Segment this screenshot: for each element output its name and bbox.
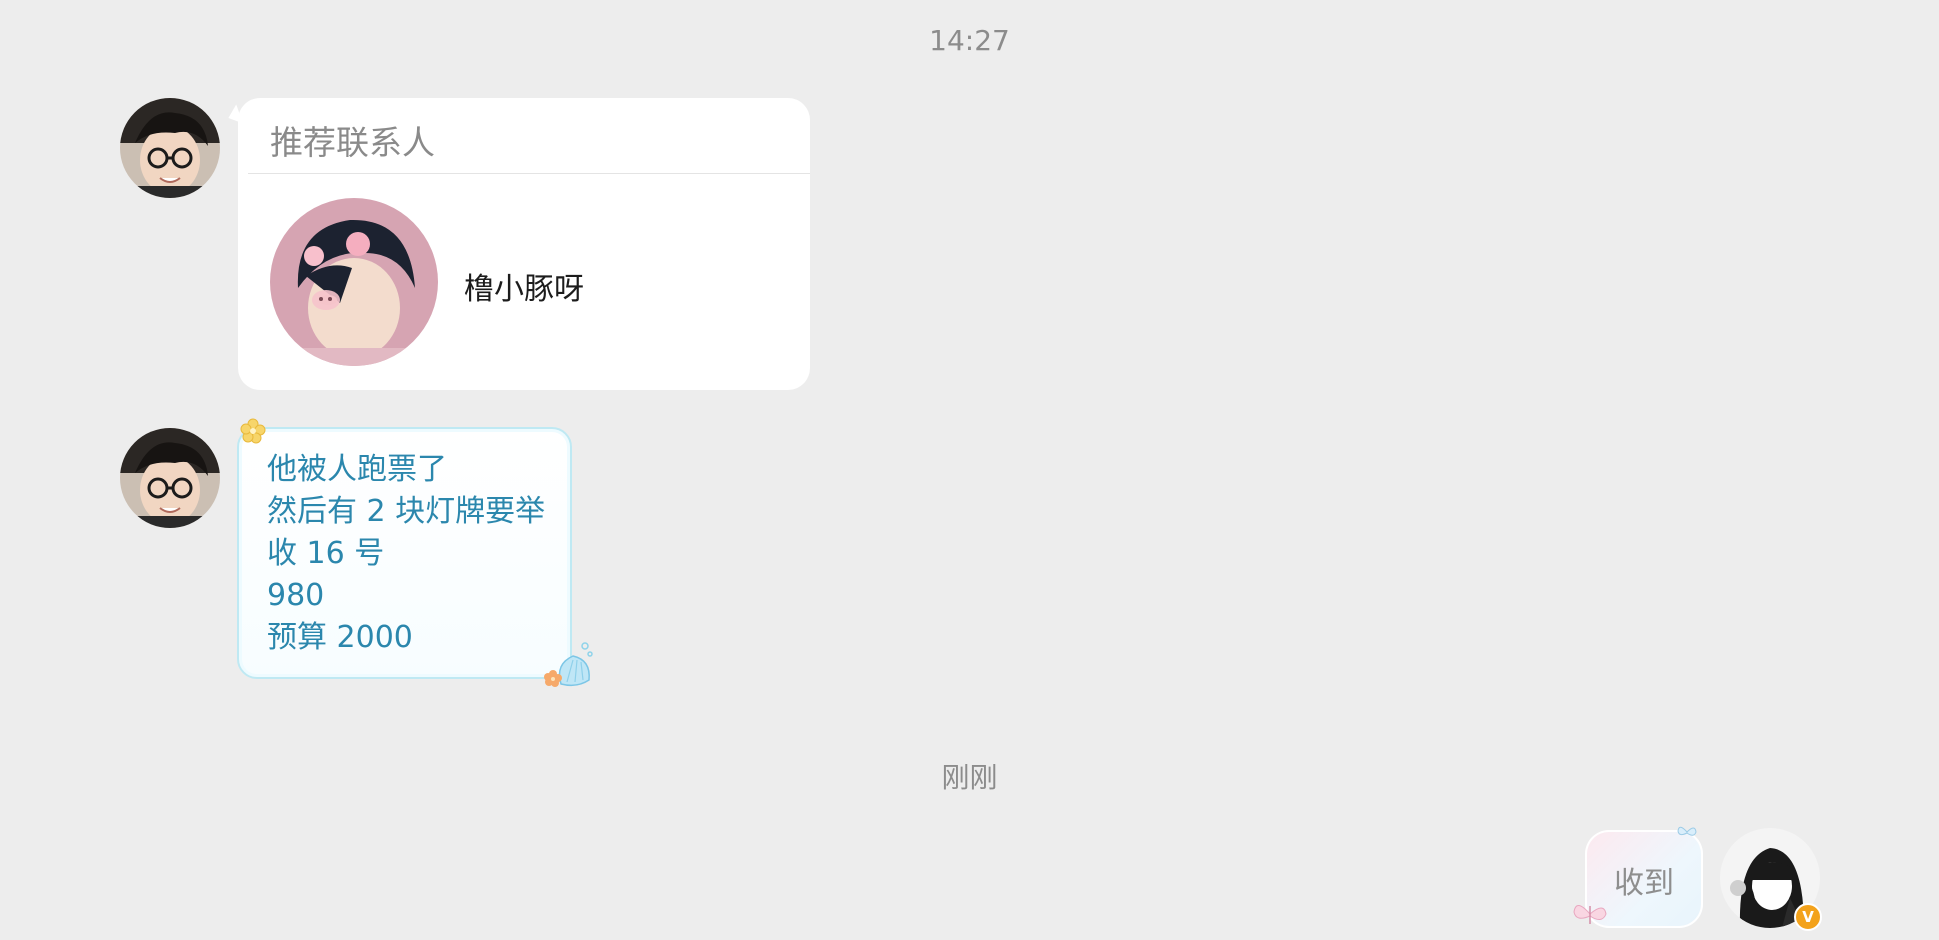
timestamp-just-now: 刚刚 (941, 761, 998, 794)
message-line: 预算 2000 (267, 620, 413, 655)
sender-avatar[interactable] (120, 98, 220, 198)
timestamp-1427: 14:27 (929, 24, 1010, 57)
butterfly-sticker-icon (1573, 905, 1607, 924)
chat-view: 14:27 推荐联系人 橹小豚呀 他被人跑票了 然后有 2 块灯牌要举 收 16… (0, 0, 1939, 940)
message-line: 980 (267, 578, 325, 613)
card-divider (248, 173, 810, 174)
message-text: 他被人跑票了 然后有 2 块灯牌要举 收 16 号 980 预算 2000 (267, 449, 545, 659)
vip-badge-icon: V (1794, 903, 1822, 931)
flower-sticker-icon (240, 418, 266, 444)
contact-avatar (270, 198, 438, 366)
message-line: 然后有 2 块灯牌要举 (267, 494, 546, 529)
contact-card-message[interactable]: 推荐联系人 橹小豚呀 (238, 98, 810, 390)
text-message-bubble[interactable]: 他被人跑票了 然后有 2 块灯牌要举 收 16 号 980 预算 2000 (237, 427, 572, 679)
contact-name: 橹小豚呀 (464, 272, 584, 307)
sender-avatar[interactable] (120, 428, 220, 528)
butterfly-sticker-icon (1677, 826, 1697, 836)
message-line: 收 16 号 (267, 536, 385, 571)
shell-sticker-icon (544, 642, 593, 687)
message-line: 他被人跑票了 (267, 452, 447, 487)
contact-card-title: 推荐联系人 (270, 123, 435, 162)
